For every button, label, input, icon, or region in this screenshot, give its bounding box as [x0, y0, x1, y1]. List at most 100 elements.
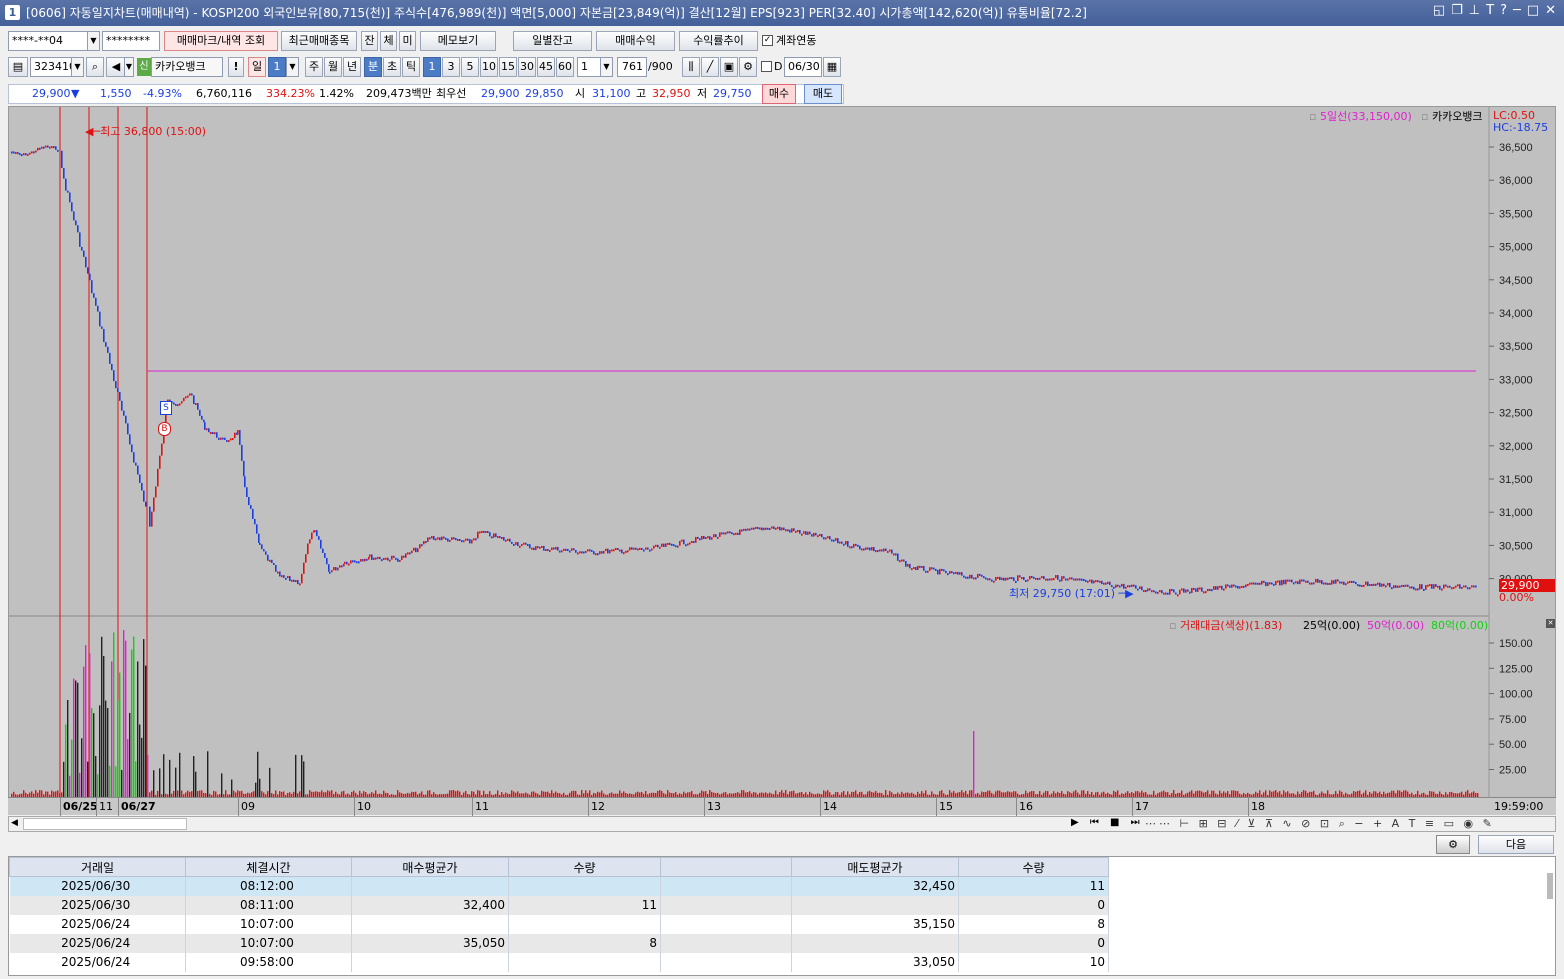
table-row[interactable]: 2025/06/30 08:12:00 32,450 11	[9, 876, 1109, 896]
buy-button[interactable]: 매수	[762, 84, 796, 104]
chart-tools-icon[interactable]: ⋯⋯ ⊢ ⊞ ⊟ ⁄ ⊻ ⊼ ∿ ⊘ ⊡ ⌕ − + A T ≡ ▭ ◉ ✎	[1145, 817, 1495, 831]
calendar-icon[interactable]: ▦	[823, 57, 841, 77]
daily-balance-button[interactable]: 일별잔고	[513, 31, 592, 51]
minimize-icon[interactable]: ─	[1513, 3, 1521, 18]
font-icon[interactable]: T	[1486, 3, 1494, 18]
low-annotation: 최저 29,750 (17:01) ─▶	[1009, 585, 1134, 603]
draw-line-icon[interactable]: ╱	[701, 57, 719, 77]
stock-name-field[interactable]: 카카오뱅크	[151, 57, 223, 77]
restore-icon[interactable]: ◱	[1433, 3, 1445, 18]
price-bar	[360, 559, 362, 562]
chevron-down-icon[interactable]: ▼	[87, 31, 100, 51]
interval-3-button[interactable]: 3	[442, 57, 460, 77]
price-bar	[575, 550, 577, 553]
interval-10-button[interactable]: 10	[480, 57, 498, 77]
trade-mark-button[interactable]: 매매마크/내역 조회	[164, 31, 278, 51]
search-icon[interactable]: ⌕	[86, 57, 104, 77]
chevron-down-icon[interactable]: ▼	[600, 57, 613, 77]
table-row[interactable]: 2025/06/30 08:11:00 32,400 11 0	[9, 895, 1109, 915]
price-bar	[715, 534, 717, 538]
bar-count-input[interactable]: 761	[617, 57, 647, 77]
column-header[interactable]: 거래일	[9, 857, 186, 877]
period-week-button[interactable]: 주	[305, 57, 323, 77]
chart-scrollbar[interactable]: ◀ ▶ ⏮ ■ ⏭ ⋯⋯ ⊢ ⊞ ⊟ ⁄ ⊻ ⊼ ∿ ⊘ ⊡ ⌕ − + A T…	[8, 816, 1556, 832]
price-bar	[289, 576, 291, 582]
period-minute-button[interactable]: 분	[364, 57, 382, 77]
candle-style-icon[interactable]: ⫼	[682, 57, 700, 77]
chevron-down-icon[interactable]: ▼	[124, 57, 134, 77]
price-bar	[1189, 591, 1191, 594]
column-header[interactable]: 수량	[958, 857, 1109, 877]
column-header[interactable]	[660, 857, 792, 877]
chevron-down-icon[interactable]: ▼	[71, 57, 84, 77]
price-bar	[1347, 581, 1349, 584]
period-month-button[interactable]: 월	[324, 57, 342, 77]
table-scroll-thumb[interactable]	[1547, 873, 1553, 899]
tile-icon[interactable]: ❐	[1451, 3, 1463, 18]
speaker-icon[interactable]: ◀	[106, 57, 126, 77]
settings-button[interactable]: ⚙	[1436, 835, 1470, 854]
table-row[interactable]: 2025/06/24 09:58:00 33,050 10	[9, 952, 1109, 972]
trade-profit-button[interactable]: 매매수익	[596, 31, 675, 51]
mi-button[interactable]: 미	[399, 31, 416, 51]
d-checkbox[interactable]	[761, 61, 772, 72]
pin-icon[interactable]: ⊥	[1469, 3, 1480, 18]
interval-5-button[interactable]: 5	[461, 57, 479, 77]
interval-60-button[interactable]: 60	[556, 57, 574, 77]
jan-button[interactable]: 잔	[361, 31, 378, 51]
buy-marker[interactable]: B	[158, 422, 171, 436]
table-row[interactable]: 2025/06/24 10:07:00 35,150 8	[9, 914, 1109, 934]
save-icon[interactable]: ▣	[720, 57, 738, 77]
trade-history-table: 거래일 체결시간 매수평균가 수량 매도평균가 수량 2025/06/30 08:12:00…	[8, 856, 1556, 976]
account-link-checkbox[interactable]: ✓	[762, 35, 773, 46]
profit-rate-button[interactable]: 수익률추이	[679, 31, 758, 51]
date-input[interactable]: 06/30	[784, 57, 822, 77]
stock-code-input[interactable]: 323410	[30, 57, 72, 77]
column-header[interactable]: 매도평균가	[791, 857, 959, 877]
alert-button[interactable]: !	[228, 57, 244, 77]
interval-45-button[interactable]: 45	[537, 57, 555, 77]
close-icon[interactable]: ✕	[1545, 3, 1556, 18]
volume-percent: 334.23%	[266, 87, 315, 100]
scroll-thumb[interactable]	[23, 818, 187, 830]
interval-30-button[interactable]: 30	[518, 57, 536, 77]
period-tick-button[interactable]: 틱	[402, 57, 420, 77]
sell-marker[interactable]: S	[160, 401, 172, 415]
price-chart[interactable]: 36,500 36,000 35,500 35,000 34,500 34,000 33,5…	[8, 106, 1556, 799]
che-button[interactable]: 체	[380, 31, 397, 51]
interval-15-button[interactable]: 15	[499, 57, 517, 77]
period-second-button[interactable]: 초	[383, 57, 401, 77]
table-row[interactable]: 2025/06/24 10:07:00 35,050 8 0	[9, 933, 1109, 953]
account-select[interactable]: ****-**04	[8, 31, 88, 51]
price-bar	[1421, 584, 1423, 589]
price-bar	[853, 543, 855, 548]
interval-1-button[interactable]: 1	[423, 57, 441, 77]
column-header[interactable]: 매수평균가	[351, 857, 509, 877]
maximize-icon[interactable]: □	[1527, 3, 1539, 18]
layout-icon[interactable]: ▤	[8, 57, 28, 77]
gear-icon[interactable]: ⚙	[739, 57, 757, 77]
recent-trades-button[interactable]: 최근매매종목	[281, 31, 357, 51]
volume-bar	[1327, 790, 1329, 797]
close-icon[interactable]: ✕	[1546, 619, 1555, 628]
memo-button[interactable]: 메모보기	[420, 31, 496, 51]
scroll-left-icon[interactable]: ◀	[11, 818, 21, 828]
next-button[interactable]: 다음	[1478, 835, 1554, 854]
table-cell: 35,050	[351, 933, 509, 953]
playback-controls[interactable]: ▶ ⏮ ■ ⏭	[1071, 817, 1144, 828]
period-day-button[interactable]: 일	[248, 57, 266, 77]
password-input[interactable]: ********	[102, 31, 160, 51]
count-select[interactable]: 1	[577, 57, 601, 77]
column-header[interactable]: 수량	[508, 857, 661, 877]
day-count[interactable]: 1	[268, 57, 286, 77]
price-bar	[204, 422, 206, 430]
price-bar	[1405, 584, 1407, 587]
volume-bar	[785, 790, 787, 797]
column-header[interactable]: 체결시간	[185, 857, 352, 877]
help-icon[interactable]: ?	[1500, 3, 1507, 18]
period-year-button[interactable]: 년	[343, 57, 361, 77]
price-bar	[1207, 588, 1209, 592]
price-bar	[793, 528, 795, 531]
chevron-down-icon[interactable]: ▼	[286, 57, 299, 77]
sell-button[interactable]: 매도	[804, 84, 842, 104]
